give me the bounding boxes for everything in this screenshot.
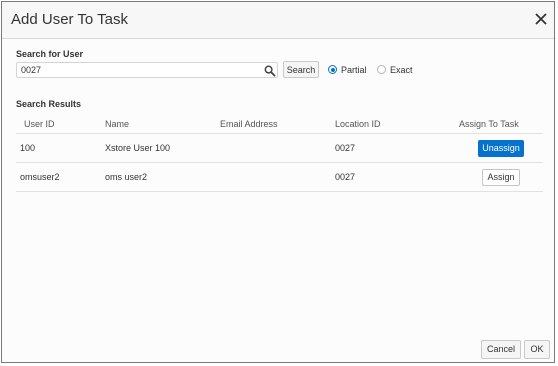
table-row: omsuser2 oms user2 0027 Assign: [16, 162, 543, 192]
search-icon[interactable]: [264, 64, 276, 77]
table-header-row: User ID Name Email Address Location ID A…: [16, 114, 543, 134]
unassign-button[interactable]: Unassign: [478, 139, 524, 157]
partial-radio-label: Partial: [341, 65, 367, 75]
cell-name: oms user2: [105, 162, 220, 192]
cell-name: Xstore User 100: [105, 133, 220, 163]
search-results-label: Search Results: [16, 99, 82, 109]
close-icon[interactable]: [534, 12, 548, 26]
cell-email: [220, 133, 335, 163]
dialog-title: Add User To Task: [11, 11, 129, 28]
cell-assign: Assign: [459, 162, 543, 192]
exact-radio[interactable]: [377, 65, 386, 74]
cell-email: [220, 162, 335, 192]
column-header-assign: Assign To Task: [459, 114, 543, 134]
cell-user-id: omsuser2: [16, 162, 105, 192]
column-header-name: Name: [105, 114, 220, 134]
cancel-button[interactable]: Cancel: [481, 340, 521, 359]
search-label: Search for User: [16, 49, 84, 59]
cell-assign: Unassign: [459, 133, 543, 163]
column-header-location-id: Location ID: [335, 114, 459, 134]
cell-user-id: 100: [16, 133, 105, 163]
add-user-dialog: Add User To Task Search for User Search …: [1, 1, 555, 363]
results-table: User ID Name Email Address Location ID A…: [16, 114, 543, 192]
column-header-email: Email Address: [220, 114, 335, 134]
column-header-user-id: User ID: [16, 114, 105, 134]
cell-location-id: 0027: [335, 162, 459, 192]
dialog-header: Add User To Task: [2, 2, 554, 39]
table-row: 100 Xstore User 100 0027 Unassign: [16, 133, 543, 163]
ok-button[interactable]: OK: [524, 340, 550, 359]
partial-radio[interactable]: [328, 65, 337, 74]
search-button[interactable]: Search: [283, 61, 319, 78]
dialog-body: Search for User Search Partial Exact Sea…: [2, 39, 554, 362]
exact-radio-label: Exact: [390, 65, 413, 75]
assign-button[interactable]: Assign: [482, 168, 520, 186]
search-input[interactable]: [16, 62, 278, 78]
cell-location-id: 0027: [335, 133, 459, 163]
